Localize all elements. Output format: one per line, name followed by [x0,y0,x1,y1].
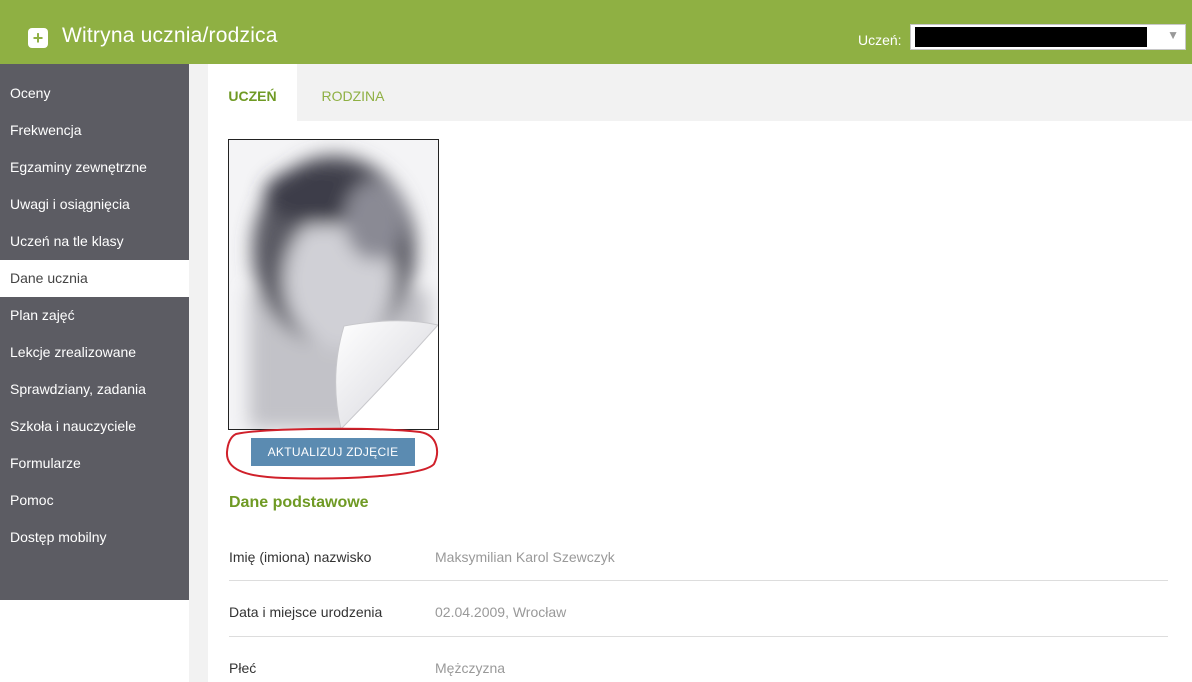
sidebar-item-dane-ucznia[interactable]: Dane ucznia [0,260,189,297]
student-select[interactable]: ▼ [910,24,1186,50]
plus-speech-bubble-icon: + [28,28,48,48]
update-photo-button[interactable]: AKTUALIZUJ ZDJĘCIE [251,438,415,466]
sidebar: Oceny Frekwencja Egzaminy zewnętrzne Uwa… [0,64,189,600]
value-gender: Mężczyzna [435,660,506,676]
value-full-name: Maksymilian Karol Szewczyk [435,549,615,565]
chevron-down-icon[interactable]: ▼ [1167,28,1179,42]
photo-placeholder-image [229,140,438,429]
sidebar-item-dostep-mobilny[interactable]: Dostęp mobilny [0,519,189,556]
tab-rodzina[interactable]: RODZINA [297,64,409,121]
student-photo [228,139,439,430]
sidebar-item-pomoc[interactable]: Pomoc [0,482,189,519]
redacted-student-name [915,27,1147,47]
sidebar-item-sprawdziany[interactable]: Sprawdziany, zadania [0,371,189,408]
sidebar-item-szkola[interactable]: Szkoła i nauczyciele [0,408,189,445]
sidebar-item-oceny[interactable]: Oceny [0,75,189,112]
label-gender: Płeć [229,660,257,676]
top-bar: + Witryna ucznia/rodzica Uczeń: ▼ [0,0,1192,64]
label-birth-date-place: Data i miejsce urodzenia [229,604,383,620]
sidebar-item-plan-zajec[interactable]: Plan zajęć [0,297,189,334]
sidebar-item-frekwencja[interactable]: Frekwencja [0,112,189,149]
sidebar-item-formularze[interactable]: Formularze [0,445,189,482]
label-full-name: Imię (imiona) nazwisko [229,549,372,565]
student-label: Uczeń: [858,32,902,48]
sidebar-item-uczen-na-tle-klasy[interactable]: Uczeń na tle klasy [0,223,189,260]
sidebar-item-egzaminy[interactable]: Egzaminy zewnętrzne [0,149,189,186]
app-title: Witryna ucznia/rodzica [62,24,278,47]
value-birth-date-place: 02.04.2009, Wrocław [435,604,567,620]
row-divider [229,580,1168,581]
tab-uczen[interactable]: UCZEŃ [208,64,297,121]
row-divider [229,636,1168,637]
content-gutter [189,64,208,682]
tab-bar: UCZEŃ RODZINA [208,64,1192,121]
section-title-basic-data: Dane podstawowe [229,494,369,511]
sidebar-item-lekcje-zrealizowane[interactable]: Lekcje zrealizowane [0,334,189,371]
sidebar-item-uwagi[interactable]: Uwagi i osiągnięcia [0,186,189,223]
